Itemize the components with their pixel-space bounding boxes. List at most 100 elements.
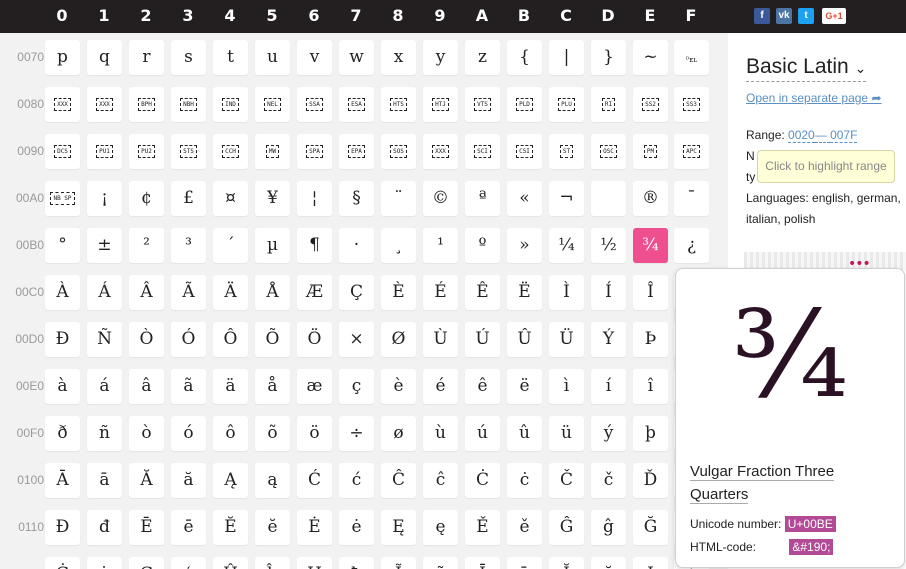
character-cell[interactable]: ¨ — [381, 181, 416, 216]
character-cell[interactable]: Ģ — [129, 557, 164, 569]
character-cell[interactable]: ù — [423, 416, 458, 451]
character-cell[interactable]: È — [381, 275, 416, 310]
character-cell[interactable]: ċ — [507, 463, 542, 498]
character-cell[interactable]: SSA — [297, 87, 332, 122]
character-cell[interactable]: Ó — [171, 322, 206, 357]
character-cell[interactable]: ~ — [633, 40, 668, 75]
character-cell[interactable]: q — [87, 40, 122, 75]
character-cell[interactable]: NEL — [255, 87, 290, 122]
character-cell[interactable]: Í — [591, 275, 626, 310]
twitter-icon[interactable]: t — [798, 8, 814, 24]
character-cell[interactable]: ĕ — [255, 510, 290, 545]
character-cell[interactable]: XXX — [45, 87, 80, 122]
character-cell[interactable]: ģ — [171, 557, 206, 569]
character-cell[interactable]: ¥ — [255, 181, 290, 216]
character-cell[interactable]: Į — [633, 557, 668, 569]
character-cell[interactable]: p — [45, 40, 80, 75]
character-cell[interactable]: Î — [633, 275, 668, 310]
character-cell[interactable]: â — [129, 369, 164, 404]
character-cell[interactable]: Č — [549, 463, 584, 498]
character-cell[interactable]: Ë — [507, 275, 542, 310]
character-cell[interactable]: î — [633, 369, 668, 404]
character-cell[interactable]: w — [339, 40, 374, 75]
character-cell[interactable]: £ — [171, 181, 206, 216]
character-cell[interactable]: ĥ — [255, 557, 290, 569]
character-cell[interactable]: XXX — [87, 87, 122, 122]
character-cell[interactable]: ô — [213, 416, 248, 451]
unicode-value[interactable]: U+00BE — [784, 516, 836, 532]
character-cell[interactable]: æ — [297, 369, 332, 404]
character-cell[interactable]: ą — [255, 463, 290, 498]
character-cell[interactable]: Ê — [465, 275, 500, 310]
character-cell[interactable]: PLU — [549, 87, 584, 122]
character-name[interactable]: Vulgar Fraction Three Quarters — [690, 460, 850, 506]
character-cell[interactable]: Õ — [255, 322, 290, 357]
character-cell[interactable]: ¡ — [87, 181, 122, 216]
character-cell[interactable]: º — [465, 228, 500, 263]
character-cell[interactable]: å — [255, 369, 290, 404]
character-cell[interactable]: Ĝ — [549, 510, 584, 545]
character-cell[interactable]: Ñ — [87, 322, 122, 357]
character-cell[interactable]: ¤ — [213, 181, 248, 216]
character-cell[interactable]: ¬ — [549, 181, 584, 216]
character-cell[interactable]: Ô — [213, 322, 248, 357]
character-cell[interactable]: Ą — [213, 463, 248, 498]
character-cell[interactable]: À — [45, 275, 80, 310]
character-cell[interactable]: Ç — [339, 275, 374, 310]
character-cell[interactable]: Ĉ — [381, 463, 416, 498]
character-cell[interactable]: ñ — [87, 416, 122, 451]
character-cell[interactable]: IND — [213, 87, 248, 122]
character-cell[interactable]: NB SP — [45, 181, 80, 216]
character-cell[interactable]: ì — [549, 369, 584, 404]
character-cell[interactable]: ë — [507, 369, 542, 404]
character-cell[interactable]: PM — [633, 134, 668, 169]
character-cell[interactable]: đ — [87, 510, 122, 545]
character-cell[interactable]: ± — [87, 228, 122, 263]
character-cell[interactable]: Ē — [129, 510, 164, 545]
character-cell[interactable]: u — [255, 40, 290, 75]
character-cell[interactable]: XXX — [423, 134, 458, 169]
character-cell[interactable]: è — [381, 369, 416, 404]
character-cell[interactable]: ė — [339, 510, 374, 545]
character-cell[interactable]: Ĥ — [213, 557, 248, 569]
character-cell[interactable]: NBH — [171, 87, 206, 122]
character-cell[interactable]: PLD — [507, 87, 542, 122]
character-cell[interactable]: ĭ — [591, 557, 626, 569]
character-cell[interactable]: ¸ — [381, 228, 416, 263]
character-cell[interactable]: ¦ — [297, 181, 332, 216]
character-cell[interactable]: HTS — [381, 87, 416, 122]
character-cell[interactable]: ħ — [339, 557, 374, 569]
range-dash[interactable]: — — [814, 128, 831, 143]
character-cell[interactable]: Đ — [45, 510, 80, 545]
character-cell[interactable]: ć — [339, 463, 374, 498]
character-cell[interactable]: « — [507, 181, 542, 216]
character-cell[interactable]: ó — [171, 416, 206, 451]
character-cell[interactable]: É — [423, 275, 458, 310]
character-cell[interactable]: ² — [129, 228, 164, 263]
character-cell[interactable]: EPA — [339, 134, 374, 169]
character-cell[interactable]: û — [507, 416, 542, 451]
character-cell[interactable]: Ė — [297, 510, 332, 545]
block-title[interactable]: Basic Latin ⌄ — [746, 55, 867, 82]
range-end-link[interactable]: 007F — [830, 128, 858, 143]
character-cell[interactable]: ç — [339, 369, 374, 404]
range-start-link[interactable]: 0020 — [788, 128, 815, 143]
character-cell[interactable]: ā — [87, 463, 122, 498]
character-cell[interactable]: PU1 — [87, 134, 122, 169]
google-plus-icon[interactable]: G+1 — [822, 8, 846, 24]
character-cell[interactable]: VTS — [465, 87, 500, 122]
character-cell[interactable]: ¿ — [674, 228, 709, 263]
character-cell[interactable]: Ĭ — [549, 557, 584, 569]
character-cell[interactable]: Ĩ — [381, 557, 416, 569]
character-cell[interactable]: ESA — [339, 87, 374, 122]
character-cell[interactable]: ´ — [213, 228, 248, 263]
character-cell[interactable]: ă — [171, 463, 206, 498]
character-cell[interactable]: | — [549, 40, 584, 75]
character-cell[interactable]: ę — [423, 510, 458, 545]
character-cell[interactable]: Ă — [129, 463, 164, 498]
character-cell[interactable]: č — [591, 463, 626, 498]
character-cell[interactable]: CSI — [507, 134, 542, 169]
character-cell[interactable]: t — [213, 40, 248, 75]
character-cell[interactable]: z — [465, 40, 500, 75]
character-cell[interactable]: ST — [549, 134, 584, 169]
